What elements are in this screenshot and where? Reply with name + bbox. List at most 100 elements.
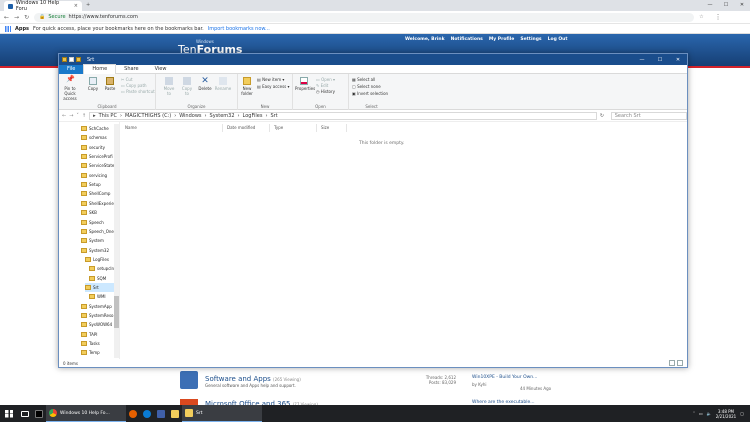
tree-item[interactable]: servicing <box>81 171 107 180</box>
tree-item[interactable]: ServiceProfi <box>81 152 113 161</box>
tree-item[interactable]: System <box>81 236 104 245</box>
explorer-forward-icon[interactable]: → <box>69 113 73 119</box>
new-tab-button[interactable]: + <box>86 2 94 10</box>
tree-item[interactable]: ShellComp <box>81 189 110 198</box>
explorer-close-button[interactable]: ✕ <box>669 57 687 63</box>
cut-button[interactable]: ✂ Cut <box>121 77 133 82</box>
tab-close-icon[interactable]: × <box>74 3 78 9</box>
tab-file[interactable]: File <box>59 64 84 74</box>
taskbar-file-explorer[interactable] <box>168 405 182 422</box>
refresh-icon[interactable]: ↻ <box>600 113 608 119</box>
tree-item[interactable]: SystemReso <box>81 311 114 320</box>
paste-button[interactable]: Paste <box>103 77 117 91</box>
tray-chevron-icon[interactable]: ˄ <box>693 411 695 416</box>
tree-item[interactable]: security <box>81 143 105 152</box>
up-icon[interactable]: ↑ <box>82 113 86 119</box>
taskbar-edge[interactable] <box>140 405 154 422</box>
nav-pane-scroll-thumb[interactable] <box>114 296 119 328</box>
column-size[interactable]: Size <box>317 124 347 132</box>
forward-icon[interactable]: → <box>14 14 19 21</box>
volume-icon[interactable]: 🔈 <box>707 411 712 416</box>
start-button[interactable] <box>0 405 18 422</box>
explorer-search-input[interactable]: Search Srt <box>610 112 687 120</box>
crumb-logfiles[interactable]: LogFiles <box>243 113 263 119</box>
delete-button[interactable]: ✕ Delete <box>198 77 212 92</box>
import-bookmarks-link[interactable]: Import bookmarks now... <box>208 26 270 32</box>
copy-to-button[interactable]: Copy to <box>180 77 194 96</box>
crumb-srt[interactable]: Srt <box>270 113 277 119</box>
forum-title[interactable]: Software and Apps <box>205 375 271 383</box>
properties-button[interactable]: Properties <box>295 77 315 91</box>
reload-icon[interactable]: ↻ <box>24 14 29 21</box>
explorer-address-bar[interactable]: ▸ This PC › MAGICTHIGHS (C:) › Windows › Sy… <box>89 112 597 120</box>
taskbar-store[interactable] <box>154 405 168 422</box>
explorer-minimize-button[interactable]: — <box>633 57 651 63</box>
tree-item[interactable]: Temp <box>81 348 100 357</box>
invert-selection-button[interactable]: ▣ Invert selection <box>352 91 388 96</box>
details-view-icon[interactable] <box>669 360 675 366</box>
copy-path-button[interactable]: ▭ Copy path <box>121 83 147 88</box>
crumb-drive[interactable]: MAGICTHIGHS (C:) <box>125 113 171 119</box>
tree-item[interactable]: SystemApp <box>81 302 112 311</box>
star-icon[interactable]: ☆ <box>699 14 703 20</box>
tree-item[interactable]: ShellExperie <box>81 199 114 208</box>
address-bar[interactable]: 🔒 Secure https://www.tenforums.com <box>34 12 695 22</box>
clock[interactable]: 3:48 PM 2/21/2021 <box>716 409 737 419</box>
pin-quick-access-button[interactable]: 📌 Pin to Quick access <box>61 76 79 102</box>
nav-log-out[interactable]: Log Out <box>548 37 568 42</box>
tree-item[interactable]: SKB <box>81 208 97 217</box>
back-icon[interactable]: ← <box>4 14 9 21</box>
apps-grid-icon[interactable] <box>5 25 11 32</box>
taskbar-srt-window[interactable]: Srt <box>182 405 262 422</box>
select-all-button[interactable]: ▦ Select all <box>352 77 375 82</box>
rename-button[interactable]: Rename <box>214 77 232 91</box>
tree-item[interactable]: WMI <box>89 292 106 301</box>
crumb-windows[interactable]: Windows <box>179 113 201 119</box>
tree-item[interactable]: Speech_One <box>81 227 114 236</box>
tree-item[interactable]: SQM <box>89 274 106 283</box>
copy-button[interactable]: Copy <box>87 77 99 91</box>
nav-notifications[interactable]: Notifications <box>451 37 483 42</box>
paste-shortcut-button[interactable]: ▭ Paste shortcut <box>121 89 155 94</box>
forum-last-by[interactable]: by Kyhi <box>472 382 487 387</box>
explorer-back-icon[interactable]: ← <box>62 113 66 119</box>
edit-button[interactable]: ✎ Edit <box>316 83 328 88</box>
explorer-maximize-button[interactable]: ☐ <box>651 57 669 63</box>
crumb-this-pc[interactable]: This PC <box>99 113 117 119</box>
taskbar-firefox[interactable] <box>126 405 140 422</box>
nav-my-profile[interactable]: My Profile <box>489 37 515 42</box>
tab-home[interactable]: Home <box>83 63 117 75</box>
network-icon[interactable]: ▭ <box>699 411 703 416</box>
tree-item[interactable]: System32 <box>81 246 109 255</box>
taskview-button[interactable] <box>18 405 32 422</box>
properties-quick-icon[interactable] <box>69 57 74 62</box>
new-item-button[interactable]: ▤ New item ▾ <box>257 77 284 82</box>
maximize-button[interactable]: ☐ <box>718 0 734 11</box>
open-button[interactable]: ▭ Open ▾ <box>316 77 335 82</box>
taskbar-chrome[interactable]: Windows 10 Help Fo... <box>46 405 126 422</box>
recent-locations-icon[interactable]: ˅ <box>76 113 79 119</box>
tree-item[interactable]: TAPI <box>81 330 97 339</box>
tree-item[interactable]: ServiceState <box>81 161 114 170</box>
menu-icon[interactable]: ⋮ <box>715 13 722 21</box>
tree-item[interactable]: setupcln <box>89 264 114 273</box>
tree-item[interactable]: Setup <box>81 180 101 189</box>
notifications-icon[interactable]: ▢ <box>740 411 744 416</box>
tab-view[interactable]: View <box>147 65 175 74</box>
tree-item[interactable]: LogFiles <box>85 255 109 264</box>
select-none-button[interactable]: ▢ Select none <box>352 84 381 89</box>
move-to-button[interactable]: Move to <box>162 77 176 96</box>
new-folder-button[interactable]: New folder <box>240 77 254 96</box>
nav-settings[interactable]: Settings <box>520 37 541 42</box>
forum-last-post[interactable]: Win10XPE - Build Your Own... <box>472 375 537 380</box>
crumb-system32[interactable]: System32 <box>210 113 235 119</box>
taskbar-cmd[interactable] <box>32 405 46 422</box>
close-button[interactable]: ✕ <box>734 0 750 11</box>
browser-tab[interactable]: Windows 10 Help Foru × <box>4 0 82 12</box>
history-button[interactable]: ◷ History <box>316 89 335 94</box>
tree-item[interactable]: SysWOW64 <box>81 320 112 329</box>
apps-link[interactable]: Apps <box>15 26 29 32</box>
tree-item[interactable]: SchCache <box>81 124 109 133</box>
tree-item[interactable]: Speech <box>81 218 104 227</box>
tree-item[interactable]: Tasks <box>81 339 100 348</box>
